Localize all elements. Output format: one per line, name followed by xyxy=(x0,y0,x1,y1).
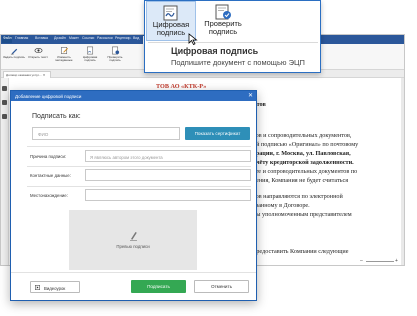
doc-line: тов и сопроводительных документов, xyxy=(253,132,352,139)
pen-icon xyxy=(10,48,17,55)
tab-insert[interactable]: Вставка xyxy=(35,36,48,40)
sign-as-label: Подписать как: xyxy=(32,113,81,120)
zoom-out-icon[interactable]: – xyxy=(360,258,363,264)
signature-preview[interactable]: Превью подписи xyxy=(69,210,197,270)
doc-line: азанному в Договоре. xyxy=(253,202,310,209)
tab-file[interactable]: Файл xyxy=(2,36,12,43)
doc-heading: ТОВ АО «КТК-Р» xyxy=(156,83,207,90)
check-doc-icon xyxy=(111,46,119,55)
edit-metadata-button[interactable]: Изменить метаданные xyxy=(53,46,75,63)
tab-review[interactable]: Рецензир. xyxy=(115,36,131,40)
cancel-button[interactable]: Отменить xyxy=(194,280,249,293)
footer-divider xyxy=(11,272,256,273)
open-text-button[interactable]: Открыть текст xyxy=(27,46,49,59)
tab-layout[interactable]: Макет xyxy=(69,36,79,40)
check-signature-button[interactable]: Проверить подпись xyxy=(198,1,248,41)
tab-view[interactable]: Вид xyxy=(133,36,139,40)
divider xyxy=(27,166,251,167)
edit-icon xyxy=(60,47,68,54)
screen: Файл Главная Вставка Дизайн Макет Ссылки… xyxy=(0,0,417,316)
contacts-input[interactable] xyxy=(85,169,251,181)
doc-line: ны уполномоченным представителем xyxy=(253,211,352,218)
tab-mailings[interactable]: Рассылки xyxy=(97,36,113,40)
pen-icon xyxy=(130,232,137,241)
divider xyxy=(27,186,251,187)
doc-line: ой подписью «Оригинал» по почтовому xyxy=(253,141,359,148)
signature-icon xyxy=(163,5,178,21)
reason-input[interactable]: Я являюсь автором этого документа xyxy=(85,150,251,162)
dialog-titlebar: Добавление цифровой подписи ✕ xyxy=(11,91,256,101)
tooltip-description: Подпишите документ с помощью ЭЦП xyxy=(171,58,305,67)
show-certificate-button[interactable]: Показать сертификат xyxy=(185,127,250,140)
signature-icon xyxy=(86,46,93,55)
reason-label: Причина подписи: xyxy=(30,154,67,159)
rail-bookmarks-icon[interactable] xyxy=(2,100,7,105)
contacts-label: Контактные данные: xyxy=(30,173,71,178)
video-icon xyxy=(35,285,40,290)
tooltip-divider xyxy=(148,42,318,43)
rail-pages-icon[interactable] xyxy=(2,86,7,91)
doc-line: учёту кредиторской задолженности. xyxy=(253,159,354,166)
sign-button[interactable]: Подписать xyxy=(131,280,186,293)
zoom-in-icon[interactable]: + xyxy=(395,258,398,264)
set-signature-button[interactable]: Задать подпись xyxy=(3,46,25,59)
doc-line: ате и сопроводительных документов по xyxy=(253,168,358,175)
mouse-cursor-icon xyxy=(188,33,198,45)
doc-line: тов направляются по электронной xyxy=(253,193,343,200)
document-tab[interactable]: Договор оказания услуг.... ✕ xyxy=(3,71,51,78)
digital-signature-tooltip: Цифровая подпись Проверить подпись Цифро… xyxy=(144,0,321,73)
zoom-slider[interactable]: – + xyxy=(360,258,400,264)
tab-home[interactable]: Главная xyxy=(15,36,28,40)
doc-line: предоставить Компании следующие xyxy=(253,248,349,255)
location-label: Местонахождение: xyxy=(30,193,68,198)
check-doc-icon xyxy=(215,4,231,20)
preview-label: Превью подписи xyxy=(116,244,150,249)
location-input[interactable] xyxy=(85,189,251,201)
doc-line: ления, Компания не будет считаться xyxy=(253,177,349,184)
digital-signature-ribbon-button[interactable]: Цифровая подпись xyxy=(79,46,101,63)
close-icon[interactable]: ✕ xyxy=(248,92,253,100)
video-tutorial-button[interactable]: Видеоурок xyxy=(30,281,80,293)
fio-input[interactable]: ФИО xyxy=(32,127,180,140)
check-signature-ribbon-button[interactable]: Проверить подпись xyxy=(104,46,126,63)
dialog-title: Добавление цифровой подписи xyxy=(15,93,82,99)
rail-search-icon[interactable] xyxy=(2,114,7,119)
doc-line: ерации, г. Москва, ул. Павловская, xyxy=(253,150,351,157)
tab-design[interactable]: Дизайн xyxy=(54,36,66,40)
eye-icon xyxy=(34,48,42,53)
tab-references[interactable]: Ссылки xyxy=(82,36,94,40)
tooltip-title: Цифровая подпись xyxy=(171,46,259,56)
divider xyxy=(27,146,251,147)
left-toolbar xyxy=(1,78,9,265)
add-digital-signature-dialog: Добавление цифровой подписи ✕ Подписать … xyxy=(10,90,257,301)
